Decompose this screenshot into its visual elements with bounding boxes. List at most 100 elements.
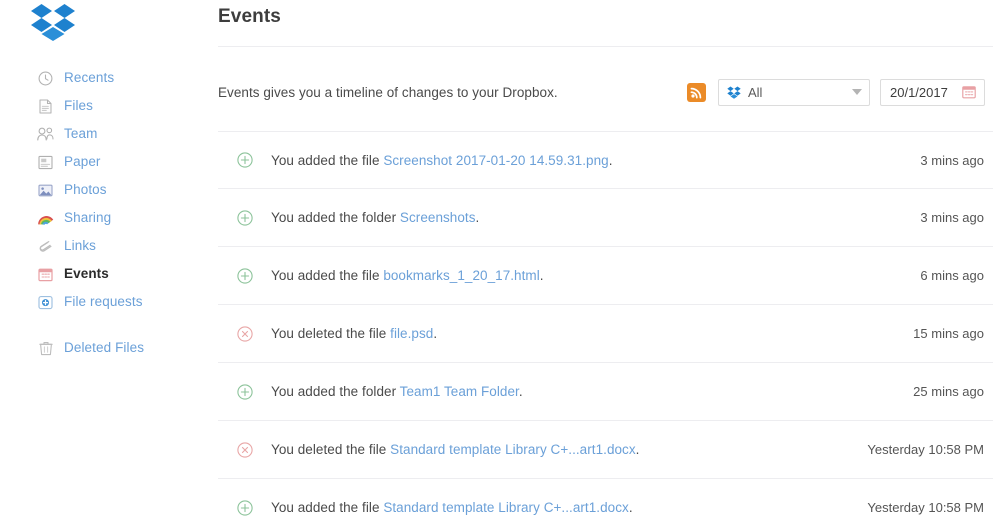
x-circle-icon bbox=[237, 325, 253, 342]
sidebar-item-label: Paper bbox=[64, 154, 101, 170]
rainbow-icon bbox=[37, 210, 54, 227]
sidebar-item-label: Recents bbox=[64, 70, 115, 86]
plus-circle-icon bbox=[237, 383, 253, 400]
event-prefix: You deleted the file bbox=[271, 442, 391, 457]
event-prefix: You added the file bbox=[271, 268, 384, 283]
calendar-icon bbox=[962, 85, 976, 99]
event-prefix: You deleted the file bbox=[271, 326, 391, 341]
event-row[interactable]: You added the file Standard template Lib… bbox=[218, 479, 993, 532]
event-timestamp: 3 mins ago bbox=[920, 210, 984, 225]
paperclip-icon bbox=[37, 238, 54, 255]
rss-icon[interactable] bbox=[687, 82, 706, 102]
rss-glyph-icon bbox=[690, 87, 702, 98]
event-target-link[interactable]: Team1 Team Folder bbox=[400, 384, 519, 399]
events-list: You added the file Screenshot 2017-01-20… bbox=[218, 131, 993, 532]
plus-circle-icon bbox=[237, 499, 253, 516]
clock-icon bbox=[37, 70, 54, 87]
sidebar-item-events[interactable]: Events bbox=[0, 260, 210, 288]
event-description: You added the file bookmarks_1_20_17.htm… bbox=[271, 268, 920, 283]
event-target-link[interactable]: Screenshot 2017-01-20 14.59.31.png bbox=[383, 153, 608, 168]
sidebar-item-label: Team bbox=[64, 126, 98, 142]
event-prefix: You added the folder bbox=[271, 210, 400, 225]
event-timestamp: 15 mins ago bbox=[913, 326, 984, 341]
sidebar-item-label: Events bbox=[64, 266, 109, 282]
sidebar-item-files[interactable]: Files bbox=[0, 92, 210, 120]
event-row[interactable]: You added the folder Team1 Team Folder. 2… bbox=[218, 363, 993, 421]
sidebar: Recents Files Team Paper Photos Sharing … bbox=[0, 0, 210, 532]
sidebar-item-deleted-files[interactable]: Deleted Files bbox=[0, 334, 210, 362]
event-timestamp: Yesterday 10:58 PM bbox=[867, 442, 984, 457]
event-prefix: You added the file bbox=[271, 500, 384, 515]
calendar-icon bbox=[37, 266, 54, 283]
sidebar-item-sharing[interactable]: Sharing bbox=[0, 204, 210, 232]
sidebar-item-label: Files bbox=[64, 98, 94, 114]
date-picker-field[interactable]: 20/1/2017 bbox=[880, 78, 985, 106]
event-type-filter-dropdown[interactable]: All bbox=[718, 78, 870, 106]
chevron-down-icon bbox=[852, 89, 862, 95]
plus-circle-icon bbox=[237, 209, 253, 226]
sidebar-item-label: Deleted Files bbox=[64, 340, 145, 356]
event-timestamp: 25 mins ago bbox=[913, 384, 984, 399]
sidebar-nav-primary: Recents Files Team Paper Photos Sharing … bbox=[0, 64, 210, 316]
event-row[interactable]: You deleted the file file.psd. 15 mins ag… bbox=[218, 305, 993, 363]
event-row[interactable]: You added the file Screenshot 2017-01-20… bbox=[218, 131, 993, 189]
sidebar-item-paper[interactable]: Paper bbox=[0, 148, 210, 176]
sidebar-item-links[interactable]: Links bbox=[0, 232, 210, 260]
event-description: You deleted the file Standard template L… bbox=[271, 442, 867, 457]
event-timestamp: 6 mins ago bbox=[920, 268, 984, 283]
dropbox-logo-icon bbox=[31, 4, 75, 41]
event-description: You added the folder Screenshots. bbox=[271, 210, 920, 225]
event-row[interactable]: You deleted the file Standard template L… bbox=[218, 421, 993, 479]
event-row[interactable]: You added the file bookmarks_1_20_17.htm… bbox=[218, 247, 993, 305]
dropbox-logo[interactable] bbox=[30, 2, 76, 42]
event-suffix: . bbox=[608, 152, 613, 168]
photos-icon bbox=[37, 182, 54, 199]
page-title: Events bbox=[218, 6, 281, 27]
event-timestamp: Yesterday 10:58 PM bbox=[867, 500, 984, 515]
event-timestamp: 3 mins ago bbox=[920, 152, 984, 168]
event-suffix: . bbox=[433, 326, 438, 341]
x-circle-icon bbox=[237, 441, 253, 458]
event-description: You added the folder Team1 Team Folder. bbox=[271, 384, 913, 399]
dropbox-glyph-icon bbox=[727, 86, 741, 99]
dropbox-events-page: Recents Files Team Paper Photos Sharing … bbox=[0, 0, 1000, 532]
sidebar-item-photos[interactable]: Photos bbox=[0, 176, 210, 204]
date-picker-value: 20/1/2017 bbox=[890, 84, 948, 100]
event-suffix: . bbox=[539, 268, 544, 283]
event-description: You added the file Standard template Lib… bbox=[271, 500, 867, 515]
sidebar-item-label: Sharing bbox=[64, 210, 112, 226]
sidebar-item-label: Links bbox=[64, 238, 97, 254]
event-description: You added the file Screenshot 2017-01-20… bbox=[271, 153, 920, 168]
header-divider bbox=[218, 46, 993, 47]
event-target-link[interactable]: Screenshots bbox=[400, 210, 476, 225]
file-request-icon bbox=[37, 294, 54, 311]
event-target-link[interactable]: Standard template Library C+...art1.docx bbox=[383, 500, 629, 515]
event-target-link[interactable]: Standard template Library C+...art1.docx bbox=[390, 442, 636, 457]
event-suffix: . bbox=[475, 210, 480, 225]
event-suffix: . bbox=[518, 384, 523, 399]
sidebar-item-label: Photos bbox=[64, 182, 107, 198]
page-subtitle: Events gives you a timeline of changes t… bbox=[218, 85, 558, 100]
sidebar-item-file-requests[interactable]: File requests bbox=[0, 288, 210, 316]
sidebar-item-recents[interactable]: Recents bbox=[0, 64, 210, 92]
event-prefix: You added the folder bbox=[271, 384, 400, 399]
events-toolbar: All 20/1/2017 bbox=[687, 78, 985, 106]
trash-icon bbox=[37, 340, 54, 357]
file-icon bbox=[37, 98, 54, 115]
event-suffix: . bbox=[635, 442, 640, 457]
event-target-link[interactable]: file.psd bbox=[390, 326, 433, 341]
event-row[interactable]: You added the folder Screenshots. 3 mins … bbox=[218, 189, 993, 247]
paper-icon bbox=[37, 154, 54, 171]
event-target-link[interactable]: bookmarks_1_20_17.html bbox=[383, 268, 539, 283]
filter-selected-value: All bbox=[748, 84, 763, 100]
sidebar-item-team[interactable]: Team bbox=[0, 120, 210, 148]
plus-circle-icon bbox=[237, 267, 253, 284]
sidebar-item-label: File requests bbox=[64, 294, 143, 310]
main-content: Events Events gives you a timeline of ch… bbox=[210, 0, 1000, 532]
event-suffix: . bbox=[628, 500, 633, 515]
event-description: You deleted the file file.psd. bbox=[271, 326, 913, 341]
event-prefix: You added the file bbox=[271, 152, 384, 168]
team-icon bbox=[37, 126, 54, 143]
plus-circle-icon bbox=[237, 152, 253, 168]
sidebar-nav-secondary: Deleted Files bbox=[0, 334, 210, 362]
